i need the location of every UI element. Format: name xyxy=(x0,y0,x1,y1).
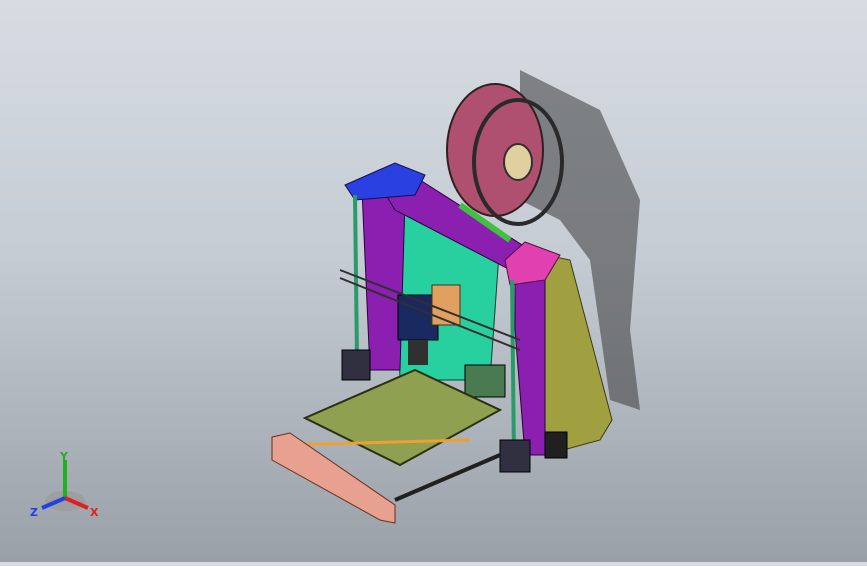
z-rod-right xyxy=(510,279,516,461)
3d-viewport[interactable] xyxy=(0,0,867,562)
y-axis-label: Y xyxy=(59,450,69,463)
model-canvas[interactable] xyxy=(0,0,867,562)
y-motor xyxy=(464,364,506,398)
z-axis-label: Z xyxy=(30,506,38,519)
frame-right-leg xyxy=(514,261,546,456)
power-socket xyxy=(544,431,568,459)
z-motor-right xyxy=(499,439,531,473)
y-rail-2 xyxy=(394,453,501,502)
top-left-corner xyxy=(344,162,426,201)
orientation-triad: Y X Z xyxy=(20,446,110,526)
x-axis-label: X xyxy=(90,506,99,519)
z-motor-left xyxy=(341,349,371,381)
